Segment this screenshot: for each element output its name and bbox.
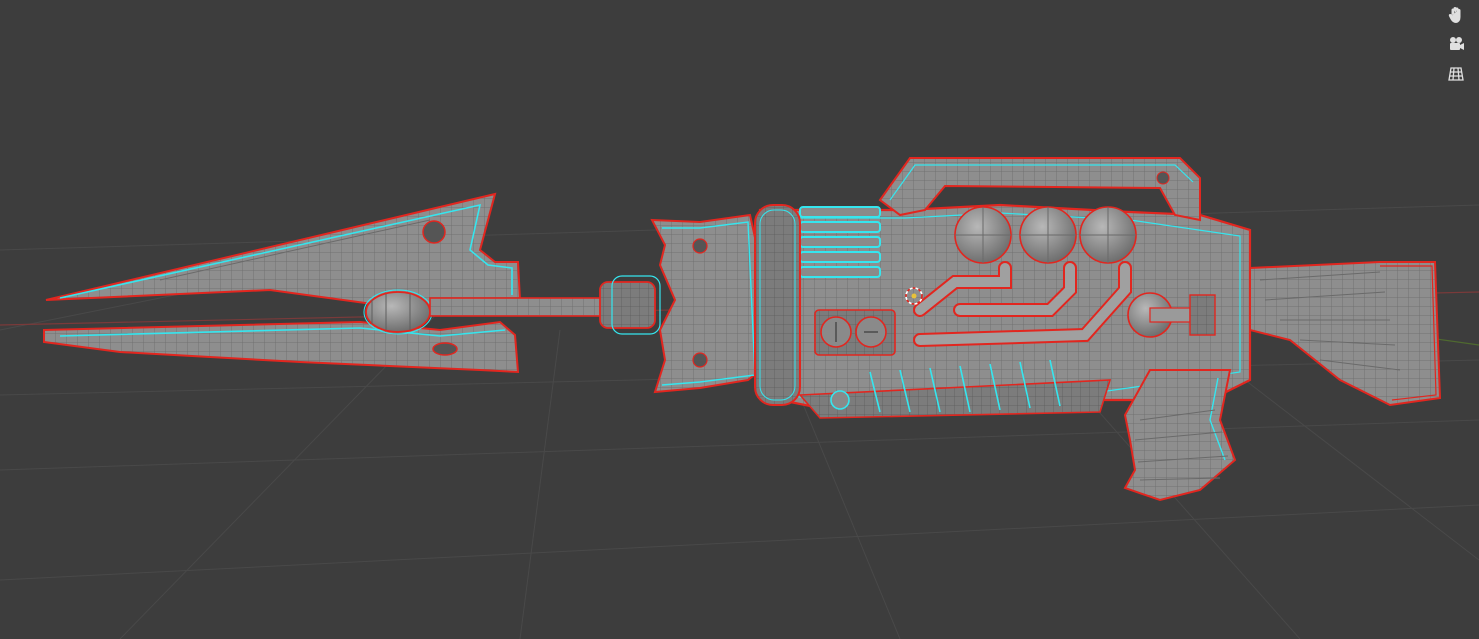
3d-viewport[interactable] [0,0,1479,639]
power-cells [954,206,1137,264]
gauges [814,309,896,356]
front-flange [650,213,761,394]
front-prong-upper [45,192,522,314]
pistol-grip [1123,369,1237,502]
front-collar [754,204,801,406]
viewport-scene[interactable] [0,0,1479,639]
rifle-model[interactable] [43,157,1442,502]
cooling-fins [799,206,881,278]
hand-icon[interactable] [1442,1,1470,29]
front-prong-lower [43,320,520,374]
muzzle-emitter [363,289,433,335]
grid-icon[interactable] [1442,60,1470,88]
camera-icon[interactable] [1442,30,1470,58]
stock [1249,261,1442,407]
